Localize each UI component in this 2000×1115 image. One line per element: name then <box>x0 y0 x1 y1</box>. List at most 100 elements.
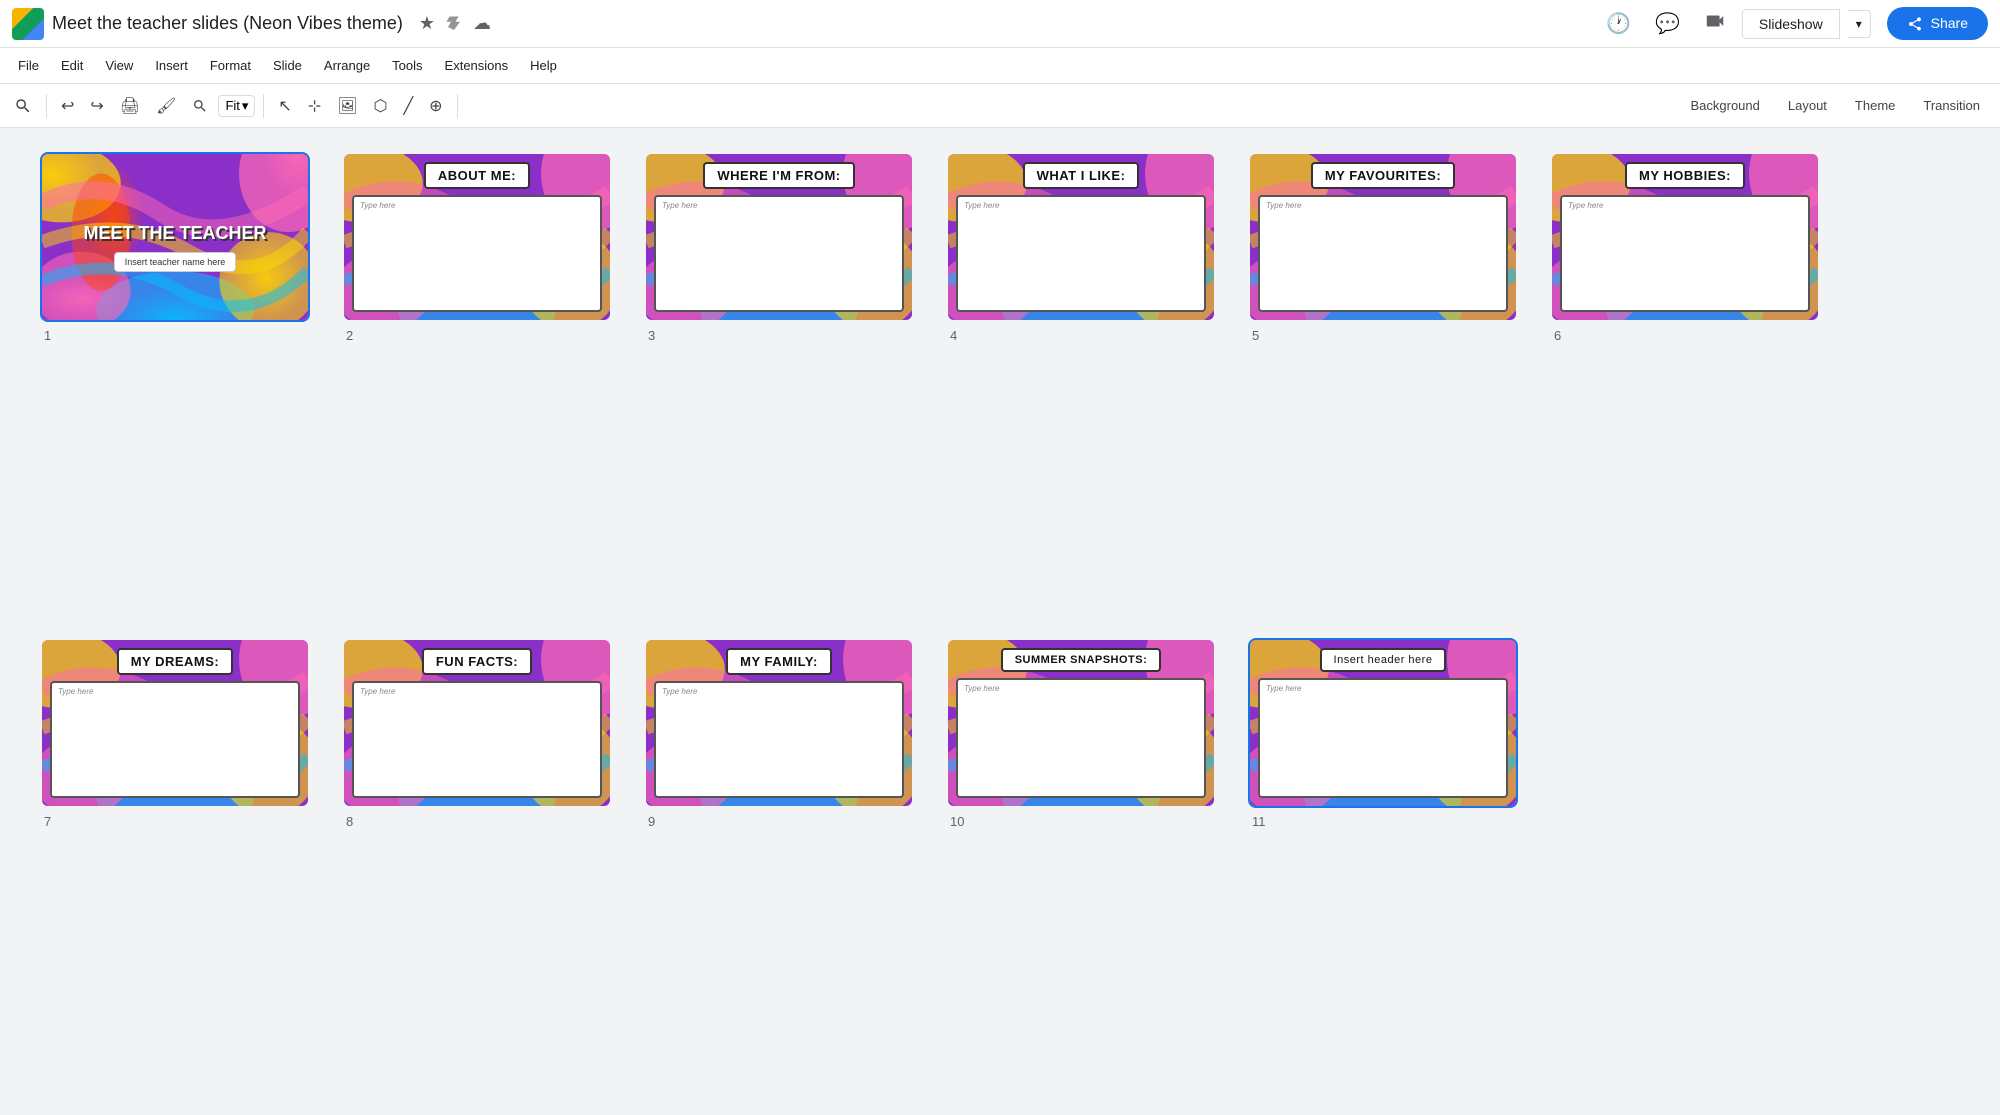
slide-number-2: 2 <box>346 328 353 343</box>
background-button[interactable]: Background <box>1678 94 1771 117</box>
slide8-content: Type here <box>352 681 602 798</box>
zoom-button[interactable] <box>186 94 214 118</box>
slide4-title: WHAT I LIKE: <box>1023 162 1140 189</box>
slide8-title: FUN FACTS: <box>422 648 532 675</box>
slide5-title: MY FAVOURITES: <box>1311 162 1455 189</box>
slide-thumb-2[interactable]: ABOUT ME: Type here <box>342 152 612 322</box>
slide-container-3: WHERE I'M FROM: Type here 3 <box>644 152 914 606</box>
toolbar-divider-3 <box>457 94 458 118</box>
slides-area: MEET THE TEACHER Insert teacher name her… <box>0 128 2000 1115</box>
menu-slide[interactable]: Slide <box>263 54 312 77</box>
star-button[interactable]: ★ <box>419 12 435 35</box>
slide-thumb-9[interactable]: MY FAMILY: Type here <box>644 638 914 808</box>
slide10-title: SUMMER SNAPSHOTS: <box>1001 648 1162 672</box>
theme-button[interactable]: Theme <box>1843 94 1907 117</box>
slide-thumb-5[interactable]: MY FAVOURITES: Type here <box>1248 152 1518 322</box>
slide11-content: Type here <box>1258 678 1508 798</box>
slide-number-10: 10 <box>950 814 964 829</box>
slide-number-5: 5 <box>1252 328 1259 343</box>
menu-help[interactable]: Help <box>520 54 567 77</box>
redo-button[interactable]: ↪ <box>84 92 109 120</box>
slide3-content: Type here <box>654 195 904 312</box>
title-bar: Meet the teacher slides (Neon Vibes them… <box>0 0 2000 48</box>
slide-number-4: 4 <box>950 328 957 343</box>
doc-title: Meet the teacher slides (Neon Vibes them… <box>52 13 403 34</box>
slide-thumb-1[interactable]: MEET THE TEACHER Insert teacher name her… <box>40 152 310 322</box>
slide-container-7: MY DREAMS: Type here 7 <box>40 638 310 1092</box>
slide-container-1: MEET THE TEACHER Insert teacher name her… <box>40 152 310 606</box>
slide9-content: Type here <box>654 681 904 798</box>
slide5-content: Type here <box>1258 195 1508 312</box>
shape-tool[interactable]: ⬡ <box>368 92 394 120</box>
slide11-title: Insert header here <box>1320 648 1447 672</box>
present-button[interactable] <box>1696 6 1734 42</box>
menu-view[interactable]: View <box>95 54 143 77</box>
slide-number-11: 11 <box>1252 814 1266 829</box>
slide7-content: Type here <box>50 681 300 798</box>
slide-container-9: MY FAMILY: Type here 9 <box>644 638 914 1092</box>
menu-extensions[interactable]: Extensions <box>435 54 519 77</box>
slide-number-9: 9 <box>648 814 655 829</box>
menu-edit[interactable]: Edit <box>51 54 93 77</box>
slide7-title: MY DREAMS: <box>117 648 234 675</box>
cursor-tool[interactable]: ↖ <box>272 92 297 120</box>
title-icons: ★ ☁ <box>419 12 491 35</box>
slide1-main-title: MEET THE TEACHER <box>83 223 266 244</box>
slide-container-4: WHAT I LIKE: Type here 4 <box>946 152 1216 606</box>
cloud-button[interactable]: ☁ <box>473 12 491 35</box>
menu-format[interactable]: Format <box>200 54 261 77</box>
slide6-content: Type here <box>1560 195 1810 312</box>
select-tool[interactable]: ⊹ <box>302 92 327 120</box>
slide2-title: ABOUT ME: <box>424 162 530 189</box>
slide9-title: MY FAMILY: <box>726 648 832 675</box>
slide-thumb-7[interactable]: MY DREAMS: Type here <box>40 638 310 808</box>
menu-tools[interactable]: Tools <box>382 54 432 77</box>
layout-button[interactable]: Layout <box>1776 94 1839 117</box>
menu-file[interactable]: File <box>8 54 49 77</box>
history-button[interactable]: 🕐 <box>1598 7 1639 40</box>
slide-number-8: 8 <box>346 814 353 829</box>
paint-format-button[interactable]: 🖌 <box>150 92 182 120</box>
slideshow-dropdown-button[interactable]: ▾ <box>1848 10 1871 38</box>
share-button[interactable]: Share <box>1887 7 1988 40</box>
toolbar-divider-1 <box>46 94 47 118</box>
slide-container-6: MY HOBBIES: Type here 6 <box>1550 152 1820 606</box>
chat-button[interactable]: 💬 <box>1647 7 1688 40</box>
slide-number-3: 3 <box>648 328 655 343</box>
toolbar: ↩ ↪ 🖨 🖌 Fit ▾ ↖ ⊹ 🖼 ⬡ ╱ ⊕ Background Lay… <box>0 84 2000 128</box>
slide-number-7: 7 <box>44 814 51 829</box>
menu-arrange[interactable]: Arrange <box>314 54 380 77</box>
slide6-title: MY HOBBIES: <box>1625 162 1745 189</box>
line-tool[interactable]: ╱ <box>398 92 420 120</box>
slide-container-5: MY FAVOURITES: Type here 5 <box>1248 152 1518 606</box>
slide10-content: Type here <box>956 678 1206 798</box>
slide-container-11: Insert header here Type here 11 <box>1248 638 1518 1092</box>
slide-thumb-8[interactable]: FUN FACTS: Type here <box>342 638 612 808</box>
slide3-title: WHERE I'M FROM: <box>703 162 854 189</box>
slide-thumb-6[interactable]: MY HOBBIES: Type here <box>1550 152 1820 322</box>
search-button[interactable] <box>8 93 38 119</box>
print-button[interactable]: 🖨 <box>114 92 146 120</box>
zoom-selector[interactable]: Fit ▾ <box>218 95 255 117</box>
image-tool[interactable]: 🖼 <box>331 92 363 120</box>
menu-insert[interactable]: Insert <box>145 54 198 77</box>
menu-bar: File Edit View Insert Format Slide Arran… <box>0 48 2000 84</box>
slide-thumb-10[interactable]: SUMMER SNAPSHOTS: Type here <box>946 638 1216 808</box>
slide-thumb-11[interactable]: Insert header here Type here <box>1248 638 1518 808</box>
slide4-content: Type here <box>956 195 1206 312</box>
slide2-content: Type here <box>352 195 602 312</box>
slide-number-1: 1 <box>44 328 51 343</box>
drive-button[interactable] <box>445 12 463 35</box>
app-icon <box>12 8 44 40</box>
slide1-name-box: Insert teacher name here <box>114 252 237 272</box>
slide-thumb-4[interactable]: WHAT I LIKE: Type here <box>946 152 1216 322</box>
slide-container-2: ABOUT ME: Type here 2 <box>342 152 612 606</box>
slide-number-6: 6 <box>1554 328 1561 343</box>
slide-container-8: FUN FACTS: Type here 8 <box>342 638 612 1092</box>
undo-button[interactable]: ↩ <box>55 92 80 120</box>
slide-container-10: SUMMER SNAPSHOTS: Type here 10 <box>946 638 1216 1092</box>
slideshow-button[interactable]: Slideshow <box>1742 9 1840 39</box>
more-tools[interactable]: ⊕ <box>423 92 448 120</box>
slide-thumb-3[interactable]: WHERE I'M FROM: Type here <box>644 152 914 322</box>
transition-button[interactable]: Transition <box>1911 94 1992 117</box>
